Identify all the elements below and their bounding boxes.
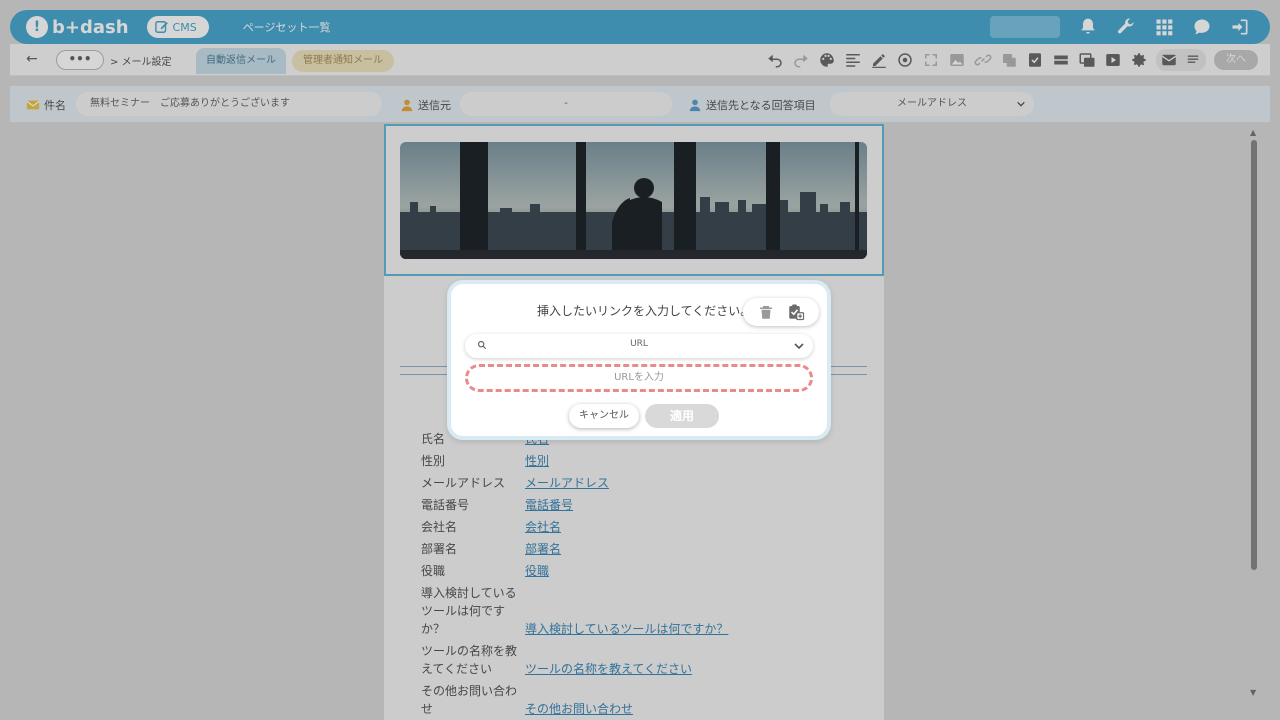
dialog-action-group — [743, 298, 819, 326]
trash-icon[interactable] — [757, 303, 775, 321]
link-type-value: URL — [630, 339, 648, 349]
dialog-title: 挿入したいリンクを入力してください。 — [537, 304, 753, 318]
cancel-button[interactable]: キャンセル — [569, 404, 639, 428]
link-type-select[interactable]: URL — [465, 334, 813, 358]
apply-button[interactable]: 適用 — [645, 404, 719, 428]
url-input[interactable]: URLを入力 — [465, 364, 813, 392]
clipboard-check-icon[interactable] — [787, 303, 805, 321]
chevron-down-icon — [794, 343, 804, 350]
link-insert-dialog: 挿入したいリンクを入力してください。 URL URLを入力 キャンセル 適用 — [447, 280, 831, 440]
